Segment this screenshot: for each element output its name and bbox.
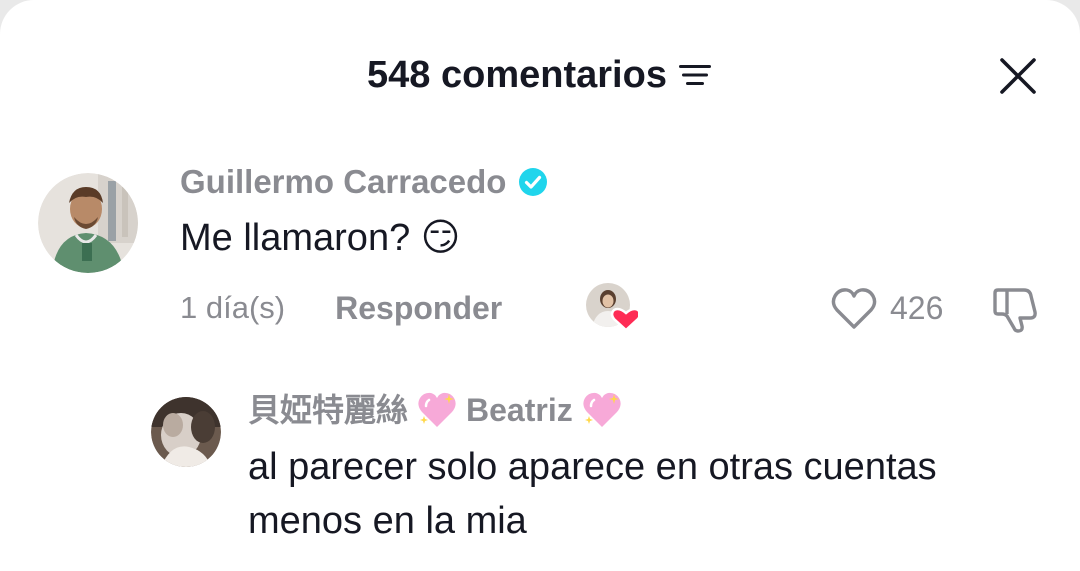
heart-outline-icon[interactable] (830, 286, 878, 330)
like-button[interactable]: 426 (830, 284, 943, 332)
reply-avatar[interactable] (151, 397, 221, 467)
commenter-username-row: Guillermo Carracedo (180, 162, 548, 202)
comments-header: 548 comentarios (0, 48, 1080, 102)
reply-username-prefix: 貝婭特麗絲 (248, 392, 409, 428)
sparkling-heart-icon (418, 392, 456, 427)
reply-username-row[interactable]: 貝婭特麗絲 Beatriz (248, 390, 623, 430)
commenter-avatar[interactable] (38, 173, 138, 273)
comment-text: Me llamaron? 😏 (180, 217, 461, 259)
comment-meta-row: 1 día(s) Responder (180, 285, 502, 331)
reply-username-suffix: Beatriz (466, 392, 573, 428)
creator-liked-avatar-icon (586, 283, 638, 331)
comment-timestamp: 1 día(s) (180, 290, 286, 325)
reply-text: al parecer solo aparece en otras cuentas… (248, 446, 937, 542)
reply-button[interactable]: Responder (335, 290, 502, 327)
filter-lines-icon[interactable] (677, 61, 713, 89)
thumbs-down-icon[interactable] (990, 284, 1042, 334)
like-count: 426 (890, 289, 944, 326)
sparkling-heart-icon (583, 392, 621, 427)
comments-title-row: 548 comentarios (0, 48, 1080, 102)
comments-count-title: 548 comentarios (367, 54, 667, 96)
commenter-username[interactable]: Guillermo Carracedo (180, 162, 506, 202)
verified-badge-icon (519, 168, 548, 196)
comments-sheet: 548 comentarios Guillermo Carracedo Me l… (0, 0, 1080, 571)
close-icon[interactable] (996, 54, 1040, 98)
